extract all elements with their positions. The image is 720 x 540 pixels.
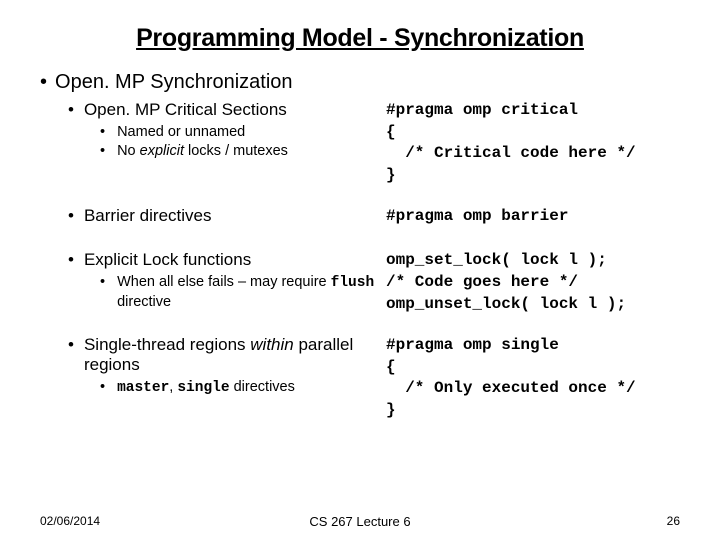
item-no-explicit-locks: • No explicit locks / mutexes (100, 143, 380, 159)
heading-barrier: • Barrier directives (68, 206, 380, 226)
footer-page: 26 (667, 514, 680, 528)
slide-title: Programming Model - Synchronization (40, 24, 680, 53)
heading-single-thread: • Single-thread regions within parallel … (68, 335, 380, 375)
code-lock: omp_set_lock( lock l ); /* Code goes her… (386, 250, 680, 315)
code-critical: #pragma omp critical { /* Critical code … (386, 100, 680, 186)
code-single: #pragma omp single { /* Only executed on… (386, 335, 680, 421)
item-named-unnamed: • Named or unnamed (100, 124, 380, 140)
footer-center: CS 267 Lecture 6 (309, 514, 410, 529)
heading-critical-sections: • Open. MP Critical Sections (68, 100, 380, 120)
heading-openmp-sync: • Open. MP Synchronization (40, 71, 680, 94)
footer: 02/06/2014 CS 267 Lecture 6 26 (0, 514, 720, 528)
code-barrier: #pragma omp barrier (386, 206, 680, 228)
item-flush-directive: • When all else fails – may require flus… (100, 274, 380, 310)
heading-lock-functions: • Explicit Lock functions (68, 250, 380, 270)
footer-date: 02/06/2014 (40, 514, 100, 528)
item-master-single: • master, single directives (100, 379, 380, 399)
